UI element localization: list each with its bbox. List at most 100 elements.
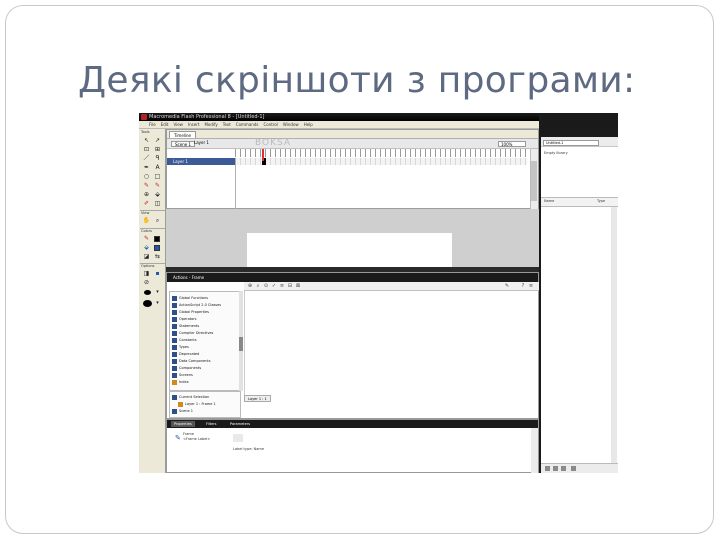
ink-bottle-tool-icon[interactable]: ⊕ [142, 191, 151, 199]
zoom-tool-icon[interactable]: ⌕ [153, 217, 162, 225]
list-item[interactable]: Components [172, 365, 201, 371]
menu-view[interactable]: View [173, 121, 183, 128]
stage-canvas[interactable] [247, 233, 452, 267]
frame-label-field[interactable]: <Frame Label> [183, 437, 210, 442]
menu-window[interactable]: Window [283, 121, 299, 128]
library-header[interactable] [541, 129, 618, 137]
menu-text[interactable]: Text [223, 121, 231, 128]
list-item[interactable]: Global Properties [172, 309, 209, 315]
object-drawing-icon[interactable]: ▪ [153, 270, 162, 278]
list-item[interactable]: Statements [172, 323, 199, 329]
text-tool-icon[interactable]: A [153, 164, 162, 172]
list-item[interactable]: Global Functions [172, 295, 208, 301]
menu-modify[interactable]: Modify [204, 121, 217, 128]
list-item[interactable]: Layer 1 : Frame 1 [178, 401, 216, 407]
insert-target-icon[interactable]: ⊙ [263, 283, 269, 289]
library-document-select[interactable]: Untitled-1 [543, 140, 599, 146]
fill-transform-tool-icon[interactable]: ⊞ [153, 146, 162, 154]
actions-panel-header[interactable]: Actions - Frame [167, 273, 538, 282]
debug-options-icon[interactable]: ⊠ [295, 283, 301, 289]
straighten-option-icon[interactable]: ⊘ [142, 279, 151, 287]
list-item[interactable]: Operators [172, 316, 197, 322]
auto-format-icon[interactable]: ≡ [279, 283, 285, 289]
list-item[interactable]: Compiler Directives [172, 330, 213, 336]
eyedropper-tool-icon[interactable]: ✐ [142, 200, 151, 208]
line-tool-icon[interactable]: ／ [142, 155, 151, 163]
properties-color-box[interactable] [233, 434, 243, 442]
panel-menu-icon[interactable]: ≡ [528, 283, 534, 289]
brush-shape-icon[interactable] [143, 300, 152, 307]
tab-filters[interactable]: Filters [203, 421, 220, 427]
tab-parameters[interactable]: Parameters [227, 421, 253, 427]
layer-frame-divider [235, 158, 236, 210]
menu-insert[interactable]: Insert [188, 121, 199, 128]
timeline-layer-header: Layer 1 [194, 140, 209, 145]
menu-commands[interactable]: Commands [236, 121, 259, 128]
list-item[interactable]: Scene 1 [172, 408, 193, 414]
menu-help[interactable]: Help [304, 121, 313, 128]
playhead[interactable] [262, 149, 264, 161]
menu-control[interactable]: Control [263, 121, 277, 128]
library-col-type[interactable]: Type [597, 199, 605, 203]
script-navigator: Current Selection Layer 1 : Frame 1 Scen… [169, 391, 241, 418]
pencil-tool-icon[interactable]: ✎ [142, 182, 151, 190]
find-icon[interactable]: ⌕ [255, 283, 261, 289]
menu-file[interactable]: File [149, 121, 156, 128]
snap-option-icon[interactable]: ◨ [142, 270, 151, 278]
properties-scrollbar[interactable] [531, 428, 538, 473]
code-hint-icon[interactable]: ⊟ [287, 283, 293, 289]
black-white-icon[interactable]: ◪ [142, 253, 151, 261]
list-item[interactable]: ActionScript 2.0 Classes [172, 302, 221, 308]
library-col-name[interactable]: Name [544, 199, 554, 203]
library-scrollbar[interactable] [611, 207, 617, 463]
main-scrollbar[interactable] [531, 161, 537, 201]
help-icon[interactable]: ? [520, 283, 526, 289]
list-item-label: Global Properties [179, 310, 209, 314]
swap-colors-icon[interactable]: ⇆ [153, 253, 162, 261]
layer-row[interactable]: Layer 1 [167, 158, 235, 165]
paint-bucket-tool-icon[interactable]: ⬙ [153, 191, 162, 199]
tab-properties[interactable]: Properties [171, 421, 195, 427]
lasso-tool-icon[interactable]: ᑫ [153, 155, 162, 163]
rectangle-tool-icon[interactable]: □ [153, 173, 162, 181]
free-transform-tool-icon[interactable]: ⊡ [142, 146, 151, 154]
list-item[interactable]: Deprecated [172, 351, 199, 357]
zoom-select[interactable]: 100% [498, 141, 526, 147]
script-tab[interactable]: Layer 1 : 1 [244, 395, 271, 402]
scene-label[interactable]: Scene 1 [171, 141, 196, 147]
brush-size-dropdown-icon[interactable]: ▾ [153, 288, 162, 296]
oval-tool-icon[interactable]: ○ [142, 173, 151, 181]
brush-tool-icon[interactable]: ✎ [153, 182, 162, 190]
list-item[interactable]: Types [172, 344, 189, 350]
list-item[interactable]: Index [172, 379, 189, 385]
pen-tool-icon[interactable]: ✒ [142, 164, 151, 172]
fill-color-swatch[interactable] [154, 245, 160, 251]
new-folder-icon[interactable] [553, 466, 558, 471]
brush-shape-dropdown-icon[interactable]: ▾ [153, 299, 162, 307]
stroke-color-swatch[interactable] [154, 236, 160, 242]
list-item[interactable]: Screens [172, 372, 193, 378]
hand-tool-icon[interactable]: ✋ [142, 217, 151, 225]
list-item[interactable]: Current Selection [172, 394, 209, 400]
list-item[interactable]: Constants [172, 337, 197, 343]
menu-edit[interactable]: Edit [161, 121, 169, 128]
brush-size-icon[interactable] [144, 290, 151, 295]
subselection-tool-icon[interactable]: ↗ [153, 137, 162, 145]
fill-color-icon[interactable]: ⬙ [142, 244, 151, 252]
scrollbar-thumb[interactable] [239, 337, 243, 351]
eraser-tool-icon[interactable]: ◫ [153, 200, 162, 208]
layer-frames[interactable] [235, 158, 527, 165]
selection-tool-icon[interactable]: ↖ [142, 137, 151, 145]
tab-timeline[interactable]: Timeline [169, 131, 197, 138]
list-item-label: Constants [179, 338, 197, 342]
properties-icon[interactable] [561, 466, 566, 471]
list-item[interactable]: Data Components [172, 358, 211, 364]
script-assist-icon[interactable]: ✎ [504, 283, 510, 289]
new-symbol-icon[interactable] [545, 466, 550, 471]
script-editor[interactable] [244, 291, 538, 395]
check-syntax-icon[interactable]: ✓ [271, 283, 277, 289]
delete-icon[interactable] [571, 466, 576, 471]
add-statement-icon[interactable]: ⊕ [247, 283, 253, 289]
label-type-field[interactable]: Label type: Name [233, 446, 264, 452]
stroke-color-icon[interactable]: ✎ [142, 235, 151, 243]
